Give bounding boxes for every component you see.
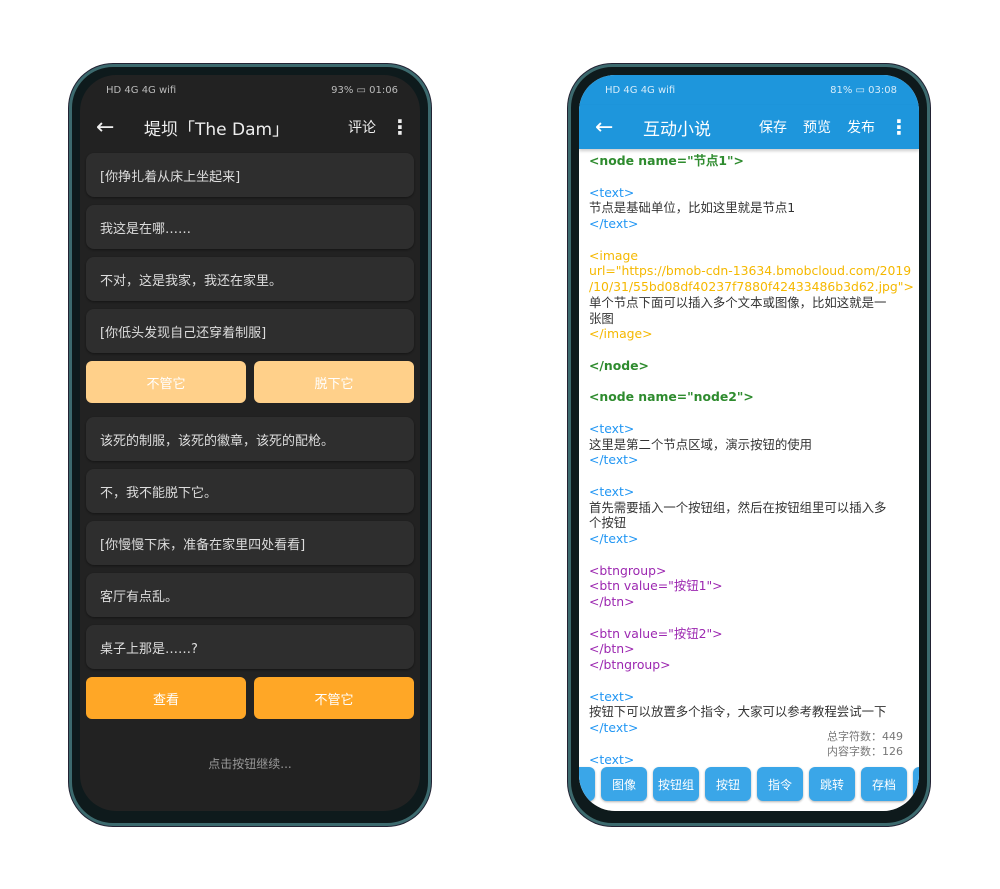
- choice-buttons: 查看 不管它: [86, 677, 414, 719]
- choice-button[interactable]: 不管它: [86, 361, 246, 403]
- code-line: </btn>: [589, 641, 635, 657]
- code-line: <text>: [589, 420, 635, 436]
- code-line: 单个节点下面可以插入多个文本或图像，比如这就是一: [589, 294, 887, 310]
- comment-button[interactable]: 评论: [348, 117, 376, 137]
- story-line: 该死的制服，该死的徽章，该死的配枪。: [86, 417, 414, 461]
- total-char-count: 总字符数：449: [827, 730, 903, 743]
- code-line: <text>: [589, 184, 635, 200]
- signal-icons: HD 4G 4G wifi: [106, 84, 177, 96]
- code-line: 按钮下可以放置多个指令，大家可以参考教程尝试一下: [589, 704, 887, 720]
- more-vert-icon[interactable]: ⋮: [889, 115, 909, 139]
- story-line: 不，我不能脱下它。: [86, 469, 414, 513]
- code-line: <btn value="按钮2">: [589, 625, 723, 641]
- story-line: [你挣扎着从床上坐起来]: [86, 153, 414, 197]
- battery-icon: ▭: [855, 84, 865, 96]
- code-line: </text>: [589, 216, 639, 231]
- choice-button[interactable]: 查看: [86, 677, 246, 719]
- code-line: </image>: [589, 326, 653, 342]
- code-line: 节点是基础单位，比如这里就是节点1: [589, 200, 796, 216]
- code-editor[interactable]: <node name="节点1"> <text> 节点是基础单位，比如这里就是节点1…: [579, 149, 919, 771]
- status-bar: HD 4G 4G wifi 93% ▭ 01:06: [80, 75, 420, 105]
- story-line: [你慢慢下床，准备在家里四处看看]: [86, 521, 414, 565]
- back-arrow-icon[interactable]: ←: [595, 115, 635, 140]
- toolbar-button[interactable]: 存档: [861, 767, 907, 801]
- back-arrow-icon[interactable]: ←: [96, 115, 136, 140]
- phone-editor: HD 4G 4G wifi 81% ▭ 03:08 ← 互动小说 保存 预览 发…: [568, 64, 930, 826]
- reader-screen: HD 4G 4G wifi 93% ▭ 01:06 ← 堤坝「The Dam」 …: [80, 75, 420, 811]
- code-line: </node>: [589, 357, 649, 373]
- insert-toolbar: 图像 按钮组 按钮 指令 跳转 存档: [579, 765, 919, 811]
- toolbar-button[interactable]: 图像: [601, 767, 647, 801]
- choice-buttons: 不管它 脱下它: [86, 361, 414, 403]
- code-line: <text>: [589, 483, 635, 499]
- code-line: <btngroup>: [589, 562, 667, 578]
- page-title: 互动小说: [643, 119, 711, 140]
- status-bar: HD 4G 4G wifi 81% ▭ 03:08: [579, 75, 919, 105]
- code-line: </btngroup>: [589, 657, 671, 672]
- story-line: [你低头发现自己还穿着制服]: [86, 309, 414, 353]
- code-line: 个按钮: [589, 515, 627, 531]
- continue-hint: 点击按钮继续...: [208, 757, 292, 771]
- toolbar-button[interactable]: [579, 767, 595, 801]
- battery-percent: 81%: [830, 84, 853, 96]
- code-line: <node name="node2">: [589, 389, 754, 405]
- clock: 01:06: [369, 84, 398, 96]
- content-char-count: 内容字数：126: [827, 745, 903, 758]
- editor-screen: HD 4G 4G wifi 81% ▭ 03:08 ← 互动小说 保存 预览 发…: [579, 75, 919, 811]
- story-list: [你挣扎着从床上坐起来] 我这是在哪…… 不对，这是我家，我还在家里。 [你低头发现自…: [80, 149, 420, 737]
- code-line: <image: [589, 247, 638, 263]
- more-vert-icon[interactable]: ⋮: [390, 115, 410, 139]
- story-line: 客厅有点乱。: [86, 573, 414, 617]
- publish-button[interactable]: 发布: [847, 117, 875, 137]
- battery-percent: 93%: [331, 84, 354, 96]
- code-line: <btn value="按钮1">: [589, 578, 723, 594]
- code-line: /10/31/55bd08df40237f7880f42433486b3d62.…: [589, 279, 914, 294]
- toolbar-button[interactable]: [913, 767, 919, 801]
- code-line: url="https://bmob-cdn-13634.bmobcloud.co…: [589, 263, 912, 279]
- app-bar: ← 互动小说 保存 预览 发布 ⋮: [579, 105, 919, 149]
- story-line: 桌子上那是……?: [86, 625, 414, 669]
- code-line: 这里是第二个节点区域，演示按钮的使用: [589, 436, 813, 452]
- save-button[interactable]: 保存: [759, 117, 787, 137]
- signal-icons: HD 4G 4G wifi: [605, 84, 676, 96]
- code-line: <node name="节点1">: [589, 153, 744, 168]
- battery-icon: ▭: [356, 84, 366, 96]
- code-line: </btn>: [589, 594, 635, 609]
- toolbar-button[interactable]: 跳转: [809, 767, 855, 801]
- code-line: 首先需要插入一个按钮组，然后在按钮组里可以插入多: [589, 499, 887, 515]
- char-counts: 总字符数：449 内容字数：126: [827, 729, 903, 759]
- code-line: <text>: [589, 688, 635, 704]
- page-title: 堤坝「The Dam」: [144, 119, 290, 140]
- code-line: 张图: [589, 310, 614, 326]
- toolbar-button[interactable]: 按钮: [705, 767, 751, 801]
- preview-button[interactable]: 预览: [803, 117, 831, 137]
- app-bar: ← 堤坝「The Dam」 评论 ⋮: [80, 105, 420, 149]
- choice-button[interactable]: 不管它: [254, 677, 414, 719]
- code-line: </text>: [589, 531, 639, 546]
- story-line: 我这是在哪……: [86, 205, 414, 249]
- story-line: 不对，这是我家，我还在家里。: [86, 257, 414, 301]
- choice-button[interactable]: 脱下它: [254, 361, 414, 403]
- toolbar-button[interactable]: 指令: [757, 767, 803, 801]
- code-line: </text>: [589, 452, 639, 468]
- clock: 03:08: [868, 84, 897, 96]
- phone-reader: HD 4G 4G wifi 93% ▭ 01:06 ← 堤坝「The Dam」 …: [69, 64, 431, 826]
- toolbar-button[interactable]: 按钮组: [653, 767, 699, 801]
